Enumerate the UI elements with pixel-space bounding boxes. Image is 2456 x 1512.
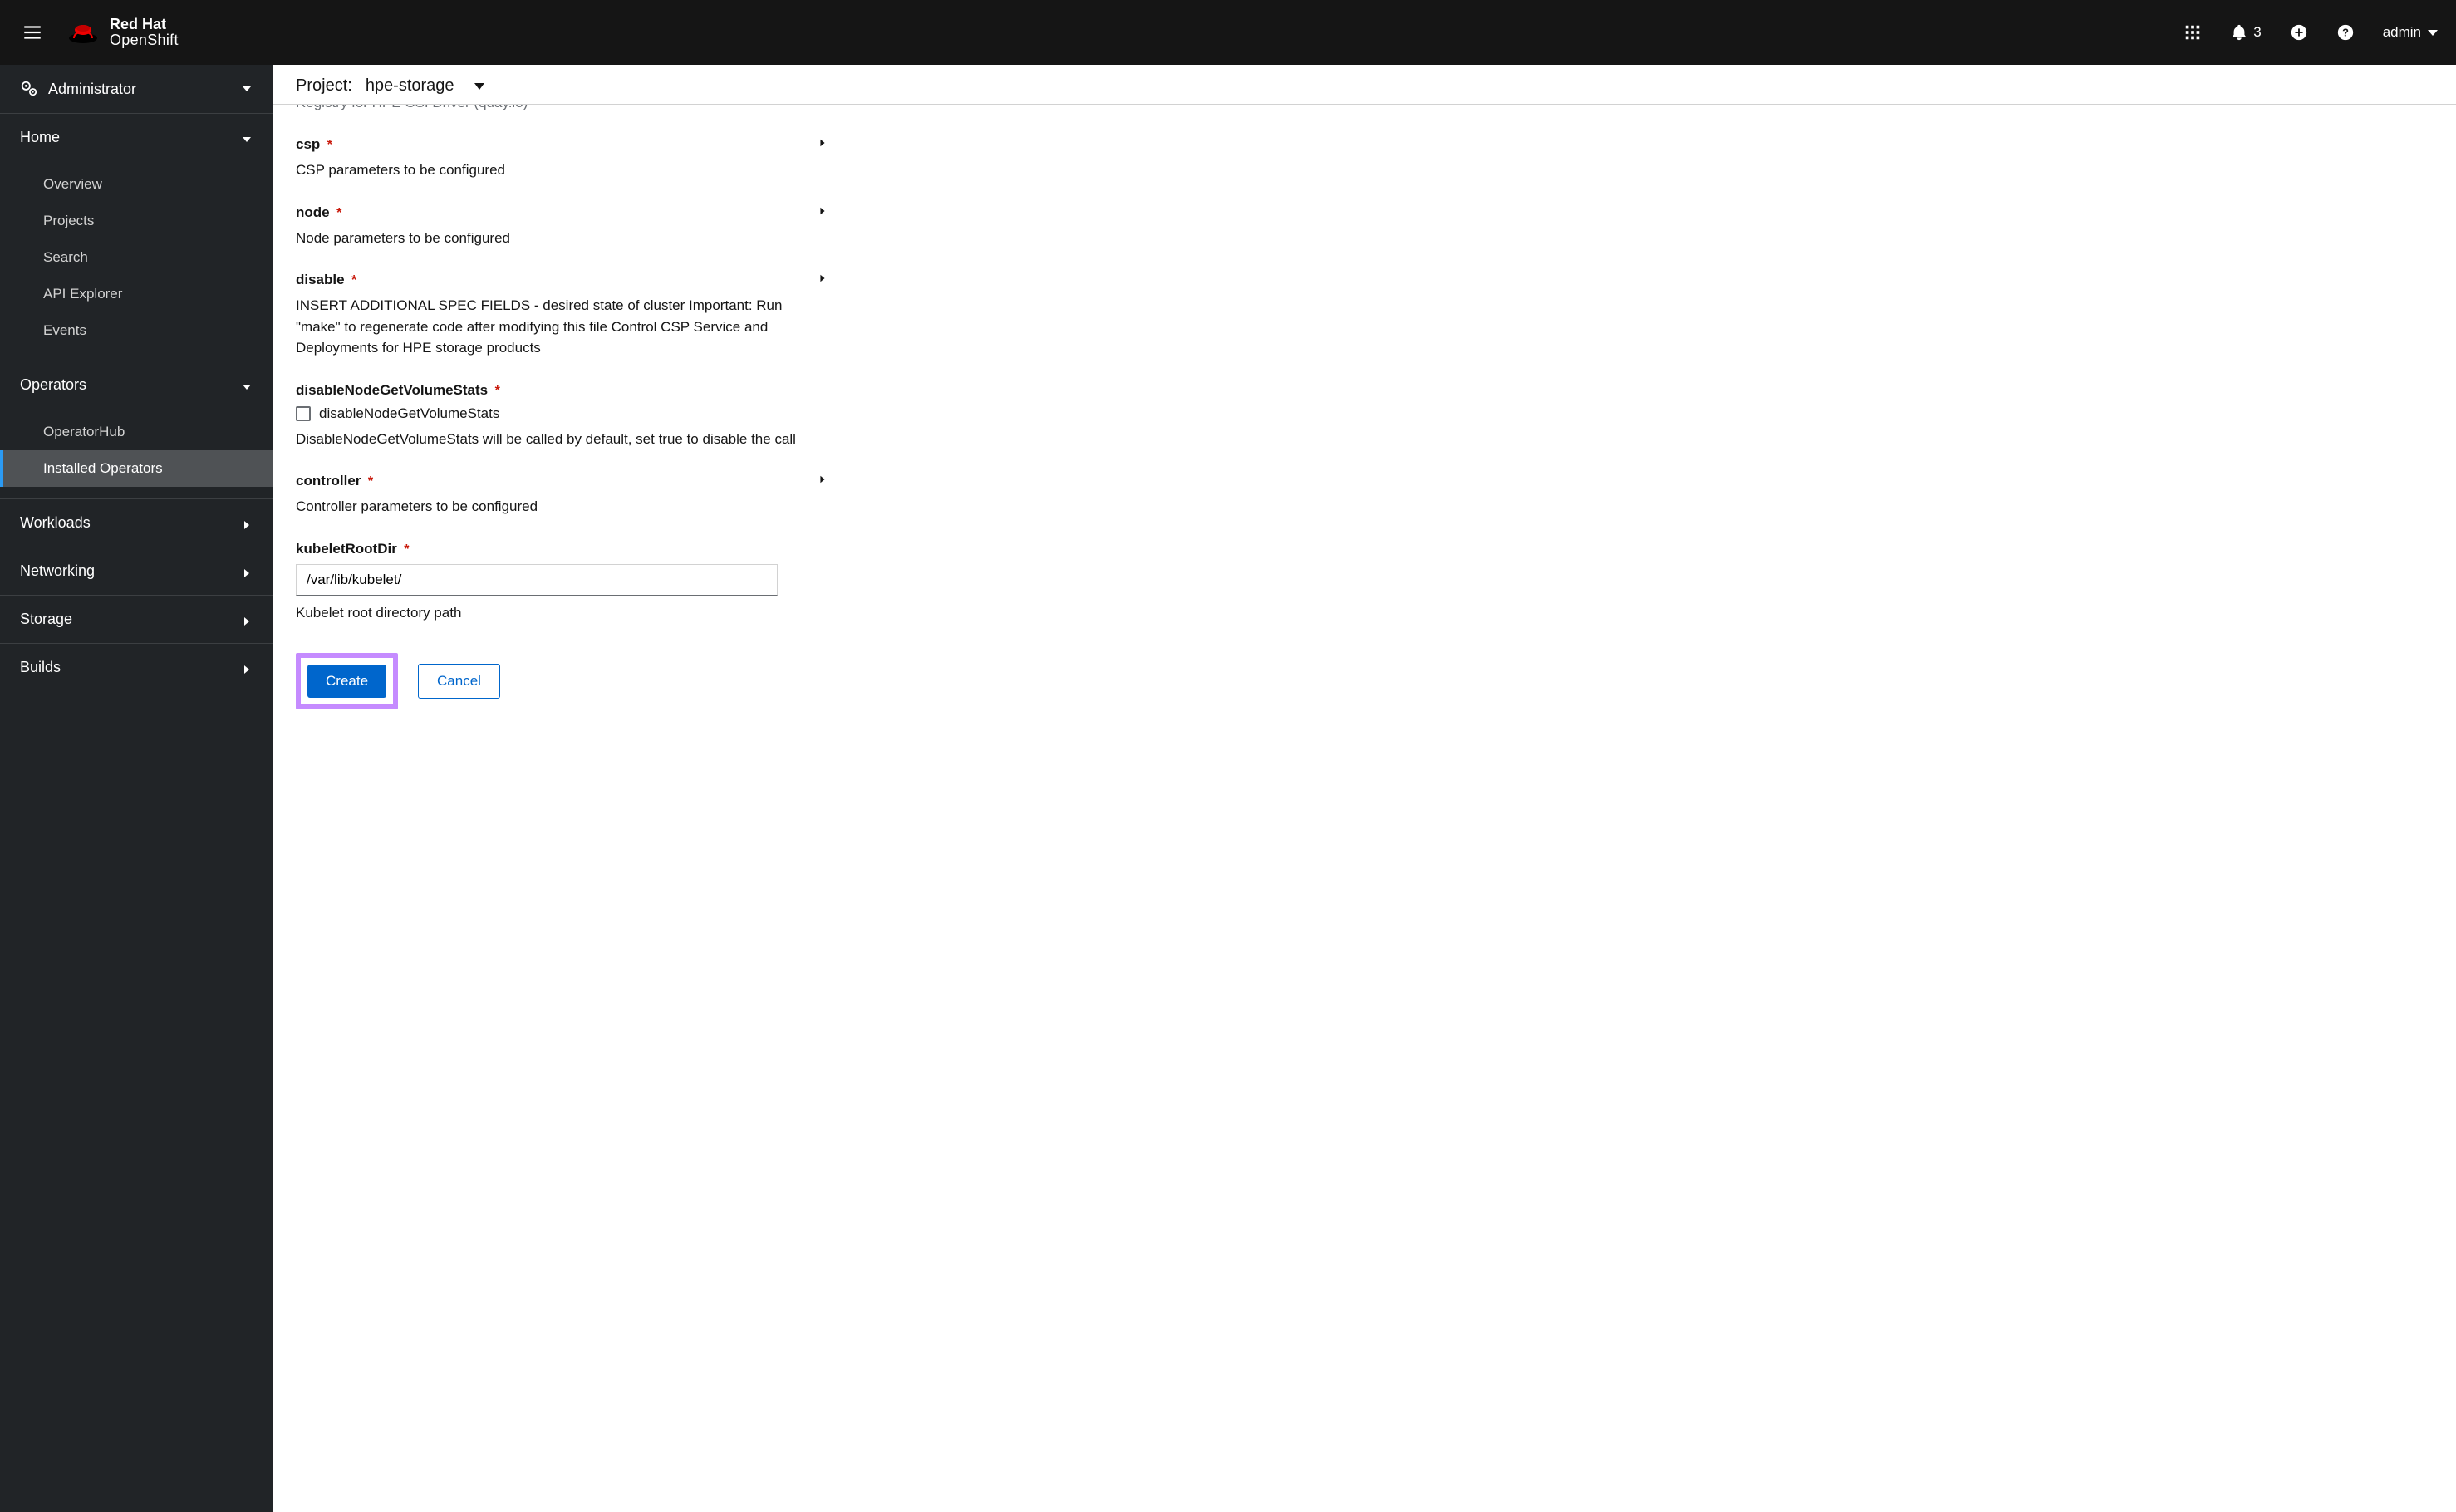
chevron-right-icon (241, 566, 253, 577)
required-asterisk: * (327, 138, 332, 152)
nav-section-builds[interactable]: Builds (0, 644, 273, 691)
brand-line1: Red Hat (110, 17, 179, 32)
sidebar-item-events[interactable]: Events (0, 312, 273, 349)
nav-section-networking[interactable]: Networking (0, 547, 273, 596)
masthead: Red Hat OpenShift 3 ? admin (0, 0, 2456, 65)
sidebar-item-projects[interactable]: Projects (0, 203, 273, 239)
project-bar: Project: hpe-storage (273, 65, 2456, 105)
chevron-right-icon (241, 518, 253, 529)
nav-section-operators[interactable]: Operators (0, 361, 273, 409)
notifications-count: 3 (2253, 24, 2261, 41)
field-description: Node parameters to be configured (296, 228, 828, 249)
checkbox-icon (296, 406, 311, 421)
nav-section-label: Workloads (20, 514, 91, 532)
required-asterisk: * (351, 273, 356, 287)
chevron-right-icon (818, 272, 828, 287)
field-title: disable (296, 272, 345, 287)
field-title: csp (296, 136, 320, 152)
field-kubeletrootdir-header: kubeletRootDir * (296, 541, 828, 557)
required-asterisk: * (404, 542, 409, 557)
nav-section-home[interactable]: Home (0, 114, 273, 161)
cancel-button[interactable]: Cancel (418, 664, 500, 699)
field-controller-header[interactable]: controller * (296, 473, 828, 489)
import-button[interactable] (2290, 23, 2308, 42)
project-prefix: Project: (296, 76, 352, 96)
sidebar-item-installed-operators[interactable]: Installed Operators (0, 450, 273, 487)
required-asterisk: * (336, 206, 341, 220)
caret-down-icon (2428, 30, 2438, 36)
notifications-button[interactable]: 3 (2230, 23, 2261, 42)
chevron-down-icon (241, 132, 253, 144)
field-title: disableNodeGetVolumeStats (296, 382, 488, 398)
caret-down-icon (474, 83, 484, 90)
cogs-icon (20, 80, 38, 98)
brand-line2: OpenShift (110, 32, 179, 48)
field-title: controller (296, 473, 361, 488)
brand[interactable]: Red Hat OpenShift (66, 17, 179, 48)
user-label: admin (2383, 24, 2421, 41)
plus-circle-icon (2290, 23, 2308, 42)
grid-icon (2183, 23, 2202, 42)
sidebar-item-search[interactable]: Search (0, 239, 273, 276)
nav-section-label: Home (20, 129, 60, 146)
kubeletrootdir-input[interactable] (296, 564, 778, 596)
bell-icon (2230, 23, 2248, 42)
field-node-header[interactable]: node * (296, 204, 828, 221)
nav-section-storage[interactable]: Storage (0, 596, 273, 644)
required-asterisk: * (495, 384, 500, 398)
sidebar-item-overview[interactable]: Overview (0, 166, 273, 203)
checkbox-label: disableNodeGetVolumeStats (319, 405, 499, 422)
field-title: node (296, 204, 330, 220)
field-description: CSP parameters to be configured (296, 160, 828, 181)
field-description: DisableNodeGetVolumeStats will be called… (296, 429, 828, 450)
chevron-right-icon (241, 662, 253, 674)
field-disablenodegetvolumestats-header: disableNodeGetVolumeStats * (296, 382, 828, 399)
field-description: Controller parameters to be configured (296, 496, 828, 518)
perspective-switcher[interactable]: Administrator (0, 65, 273, 114)
hamburger-icon (22, 22, 43, 43)
question-circle-icon: ? (2336, 23, 2355, 42)
field-csp-header[interactable]: csp * (296, 136, 828, 153)
field-description: INSERT ADDITIONAL SPEC FIELDS - desired … (296, 295, 828, 359)
project-value: hpe-storage (366, 76, 454, 96)
create-button-highlight: Create (296, 653, 398, 709)
chevron-right-icon (818, 205, 828, 220)
caret-down-icon (241, 83, 253, 95)
sidebar-item-operatorhub[interactable]: OperatorHub (0, 414, 273, 450)
nav-toggle-button[interactable] (13, 13, 52, 52)
help-button[interactable]: ? (2336, 23, 2355, 42)
perspective-label: Administrator (48, 81, 136, 98)
field-title: kubeletRootDir (296, 541, 397, 557)
app-launcher-button[interactable] (2183, 23, 2202, 42)
project-selector[interactable]: Project: hpe-storage (296, 76, 484, 96)
nav-section-label: Builds (20, 659, 61, 676)
chevron-right-icon (818, 137, 828, 152)
nav-section-label: Storage (20, 611, 72, 628)
sidebar-item-api-explorer[interactable]: API Explorer (0, 276, 273, 312)
user-menu-button[interactable]: admin (2383, 24, 2438, 41)
svg-text:?: ? (2342, 27, 2349, 39)
field-disable-header[interactable]: disable * (296, 272, 828, 288)
sidebar: Administrator Home Overview Projects Sea… (0, 65, 273, 1512)
nav-section-label: Networking (20, 562, 95, 580)
nav-section-label: Operators (20, 376, 86, 394)
redhat-fedora-icon (66, 20, 100, 45)
disablenodegetvolumestats-checkbox[interactable]: disableNodeGetVolumeStats (296, 405, 828, 422)
main-content: Project: hpe-storage Registry for HPE CS… (273, 65, 2456, 1512)
required-asterisk: * (368, 474, 373, 488)
chevron-down-icon (241, 380, 253, 391)
chevron-right-icon (818, 474, 828, 488)
create-button[interactable]: Create (307, 665, 386, 698)
chevron-right-icon (241, 614, 253, 626)
clipped-previous-field-desc: Registry for HPE CSI Driver (quay.io) (296, 105, 2433, 113)
nav-section-workloads[interactable]: Workloads (0, 499, 273, 547)
field-description: Kubelet root directory path (296, 602, 828, 624)
